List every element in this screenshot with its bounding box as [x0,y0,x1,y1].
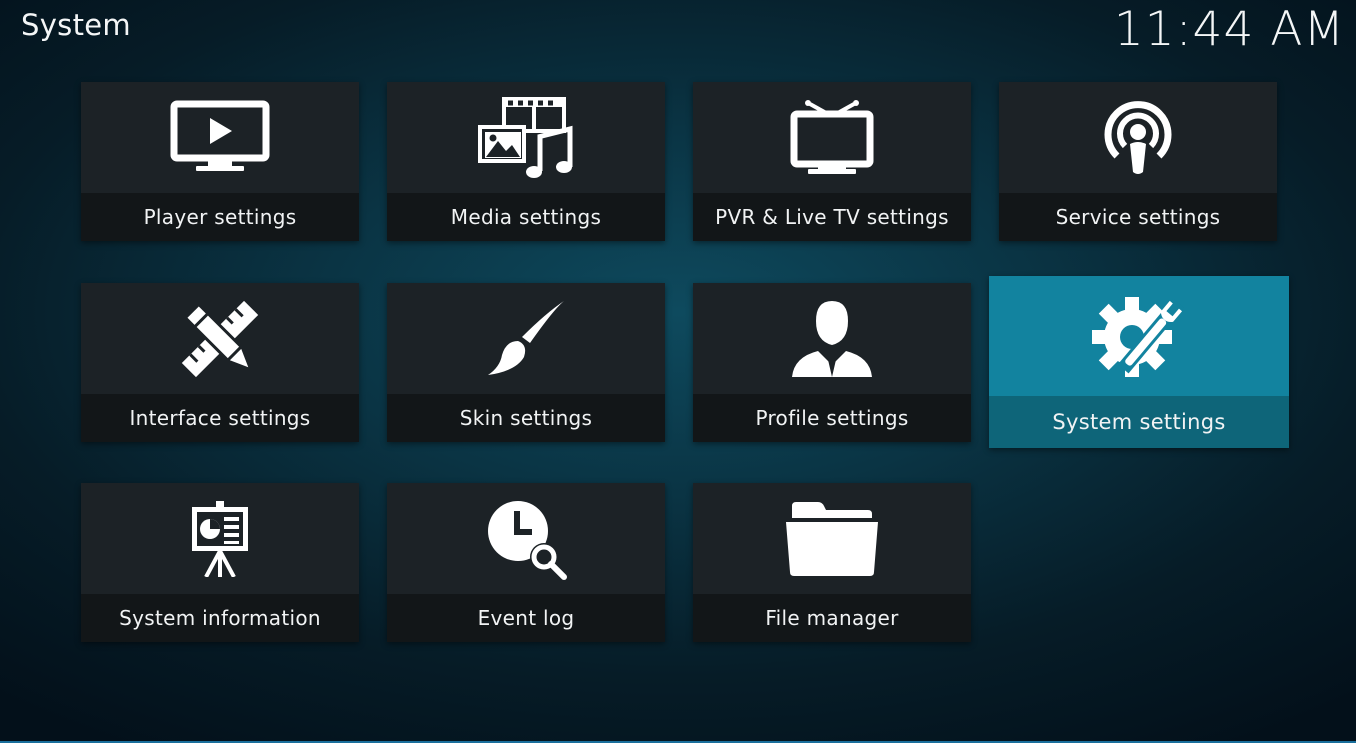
tile-service-settings[interactable]: Service settings [999,82,1277,241]
tile-label: System information [81,594,359,642]
tile-system-information[interactable]: System information [81,483,359,642]
tile-label: Skin settings [387,394,665,442]
tile-pvr-live-tv-settings[interactable]: PVR & Live TV settings [693,82,971,241]
tile-label: Profile settings [693,394,971,442]
tile-label: Media settings [387,193,665,241]
tile-system-settings[interactable]: System settings [989,276,1289,448]
tile-label: File manager [693,594,971,642]
clock: 11:44 AM [1113,2,1345,57]
paintbrush-icon [484,299,568,379]
tile-label: System settings [989,396,1289,448]
tile-file-manager[interactable]: File manager [693,483,971,642]
gear-tools-icon [1092,293,1186,379]
tile-skin-settings[interactable]: Skin settings [387,283,665,442]
tile-label: PVR & Live TV settings [693,193,971,241]
presentation-icon [190,500,250,577]
tile-interface-settings[interactable]: Interface settings [81,283,359,442]
folder-icon [782,501,882,576]
tile-player-settings[interactable]: Player settings [81,82,359,241]
tile-event-log[interactable]: Event log [387,483,665,642]
tile-label: Event log [387,594,665,642]
tile-profile-settings[interactable]: Profile settings [693,283,971,442]
user-icon [790,299,874,379]
clock-search-icon [484,497,568,581]
broadcast-icon [1101,98,1175,178]
pencil-ruler-icon [180,299,260,379]
media-icon [476,96,576,179]
tile-label: Service settings [999,193,1277,241]
tile-media-settings[interactable]: Media settings [387,82,665,241]
page-title: System [21,8,131,42]
tile-label: Interface settings [81,394,359,442]
antenna-tv-icon [790,99,874,176]
tile-label: Player settings [81,193,359,241]
tv-play-icon [170,100,270,176]
